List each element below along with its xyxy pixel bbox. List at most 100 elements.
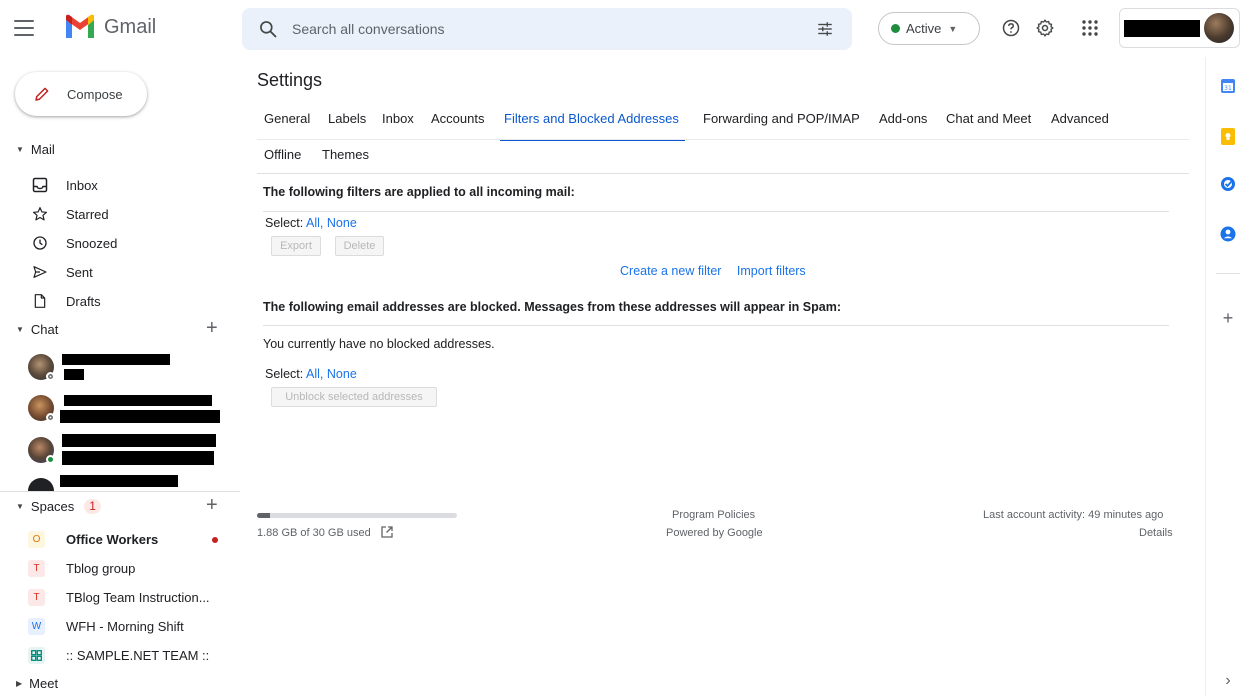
sidebar-item-snoozed[interactable]: Snoozed bbox=[32, 229, 232, 257]
select-none-link[interactable]: None bbox=[327, 367, 357, 381]
mail-section-header[interactable]: ▼ Mail bbox=[16, 142, 55, 157]
tasks-icon[interactable] bbox=[1219, 175, 1237, 193]
team-grid-icon bbox=[28, 646, 45, 664]
status-dot bbox=[891, 24, 900, 33]
svg-text:31: 31 bbox=[1224, 85, 1232, 92]
tab-themes[interactable]: Themes bbox=[322, 143, 369, 177]
caret-down-icon: ▼ bbox=[948, 23, 958, 34]
unblock-selected-button[interactable]: Unblock selected addresses bbox=[271, 387, 437, 407]
meet-section-header[interactable]: ▶ Meet bbox=[16, 676, 58, 691]
tab-labels[interactable]: Labels bbox=[328, 107, 366, 141]
storage-usage-bar bbox=[257, 513, 457, 518]
redacted-contact-name bbox=[64, 395, 212, 406]
filter-actions: Create a new filter Import filters bbox=[620, 264, 806, 278]
chat-contact[interactable] bbox=[28, 395, 228, 435]
apps-grid-icon[interactable] bbox=[1079, 17, 1101, 39]
spaces-section-header[interactable]: ▼ Spaces 1 bbox=[16, 499, 101, 514]
tab-advanced[interactable]: Advanced bbox=[1051, 107, 1109, 141]
space-item[interactable]: O Office Workers bbox=[28, 525, 234, 553]
search-input[interactable] bbox=[292, 8, 772, 50]
tab-filters-and-blocked-addresses[interactable]: Filters and Blocked Addresses bbox=[500, 107, 685, 141]
storage-usage-text: 1.88 GB of 30 GB used bbox=[257, 527, 371, 539]
sidebar-item-drafts[interactable]: Drafts bbox=[32, 287, 232, 315]
account-switcher[interactable] bbox=[1119, 8, 1240, 48]
keep-icon[interactable] bbox=[1219, 127, 1237, 145]
space-label: Tblog group bbox=[66, 560, 136, 576]
space-label: Office Workers bbox=[66, 531, 159, 547]
menu-line bbox=[14, 27, 34, 29]
tab-chat-and-meet[interactable]: Chat and Meet bbox=[946, 107, 1031, 141]
spaces-section-title: Spaces bbox=[30, 499, 75, 514]
space-item[interactable]: T TBlog Team Instruction... bbox=[28, 583, 234, 611]
meet-section-title: Meet bbox=[29, 676, 59, 691]
sidebar-item-label: Sent bbox=[66, 264, 93, 280]
section-divider bbox=[263, 211, 1169, 212]
unread-dot bbox=[212, 537, 218, 543]
presence-indicator bbox=[46, 455, 55, 464]
program-policies-link[interactable]: Program Policies bbox=[672, 509, 755, 521]
get-add-ons-plus-icon[interactable]: + bbox=[1219, 308, 1237, 328]
sidebar-item-sent[interactable]: Sent bbox=[32, 258, 232, 286]
help-icon[interactable] bbox=[1000, 17, 1022, 39]
search-options-icon[interactable] bbox=[816, 20, 834, 38]
spaces-unread-badge: 1 bbox=[84, 499, 101, 514]
space-item[interactable]: W WFH - Morning Shift bbox=[28, 612, 234, 640]
space-label: WFH - Morning Shift bbox=[66, 618, 184, 634]
tab-forwarding-pop-imap[interactable]: Forwarding and POP/IMAP bbox=[703, 107, 860, 141]
chat-contact[interactable] bbox=[28, 354, 228, 394]
triangle-right-icon: ▶ bbox=[16, 679, 23, 688]
chat-contact[interactable] bbox=[28, 434, 228, 477]
side-panel-divider bbox=[1216, 273, 1240, 274]
search-icon[interactable] bbox=[258, 19, 278, 39]
expand-panel-chevron-icon[interactable]: › bbox=[1219, 672, 1237, 690]
sidebar-item-label: Drafts bbox=[66, 293, 101, 309]
tab-inbox[interactable]: Inbox bbox=[382, 107, 414, 141]
redacted-contact-status bbox=[62, 451, 214, 465]
tab-offline[interactable]: Offline bbox=[264, 143, 301, 177]
compose-button[interactable]: Compose bbox=[15, 72, 147, 116]
top-bar: Gmail Active ▼ bbox=[0, 0, 1250, 57]
tabs-row-divider bbox=[257, 139, 1189, 140]
calendar-icon[interactable]: 31 bbox=[1219, 77, 1237, 95]
import-filters-link[interactable]: Import filters bbox=[737, 264, 806, 278]
main-menu-button[interactable] bbox=[14, 17, 34, 39]
sidebar-item-starred[interactable]: Starred bbox=[32, 200, 232, 228]
create-new-filter-link[interactable]: Create a new filter bbox=[620, 264, 721, 278]
chat-contact[interactable] bbox=[28, 475, 228, 491]
sidebar-divider bbox=[0, 491, 240, 492]
select-none-link[interactable]: None bbox=[327, 216, 357, 230]
status-selector[interactable]: Active ▼ bbox=[878, 12, 980, 45]
search-bar[interactable] bbox=[242, 8, 852, 50]
tab-general[interactable]: General bbox=[264, 107, 310, 141]
gmail-logo[interactable]: Gmail bbox=[64, 14, 156, 40]
select-all-link[interactable]: All bbox=[306, 367, 320, 381]
new-chat-plus-icon[interactable]: + bbox=[206, 318, 218, 338]
delete-button[interactable]: Delete bbox=[335, 236, 384, 256]
compose-label: Compose bbox=[67, 86, 123, 102]
space-item[interactable]: T Tblog group bbox=[28, 554, 234, 582]
space-label: :: SAMPLE.NET TEAM :: bbox=[66, 647, 210, 663]
settings-gear-icon[interactable] bbox=[1034, 17, 1056, 39]
gmail-m-icon bbox=[66, 14, 94, 38]
chat-section-header[interactable]: ▼ Chat bbox=[16, 322, 58, 337]
details-link[interactable]: Details bbox=[1139, 527, 1173, 539]
export-button[interactable]: Export bbox=[271, 236, 321, 256]
new-space-plus-icon[interactable]: + bbox=[206, 495, 218, 515]
presence-indicator bbox=[46, 372, 55, 381]
draft-icon bbox=[32, 293, 48, 309]
contacts-icon[interactable] bbox=[1219, 225, 1237, 243]
open-external-icon[interactable] bbox=[380, 525, 394, 539]
space-avatar: T bbox=[28, 559, 45, 577]
select-separator: , bbox=[319, 216, 324, 230]
tab-add-ons[interactable]: Add-ons bbox=[879, 107, 927, 141]
space-label: TBlog Team Instruction... bbox=[66, 589, 210, 605]
filters-select-row: Select: All, None bbox=[265, 216, 357, 230]
contact-avatar bbox=[28, 478, 54, 491]
space-item[interactable]: :: SAMPLE.NET TEAM :: bbox=[28, 641, 234, 669]
select-all-link[interactable]: All bbox=[306, 216, 320, 230]
menu-line bbox=[14, 34, 34, 36]
sidebar-item-inbox[interactable]: Inbox bbox=[32, 171, 232, 199]
star-icon bbox=[32, 206, 48, 222]
tab-accounts[interactable]: Accounts bbox=[431, 107, 484, 141]
space-avatar: O bbox=[28, 530, 45, 548]
